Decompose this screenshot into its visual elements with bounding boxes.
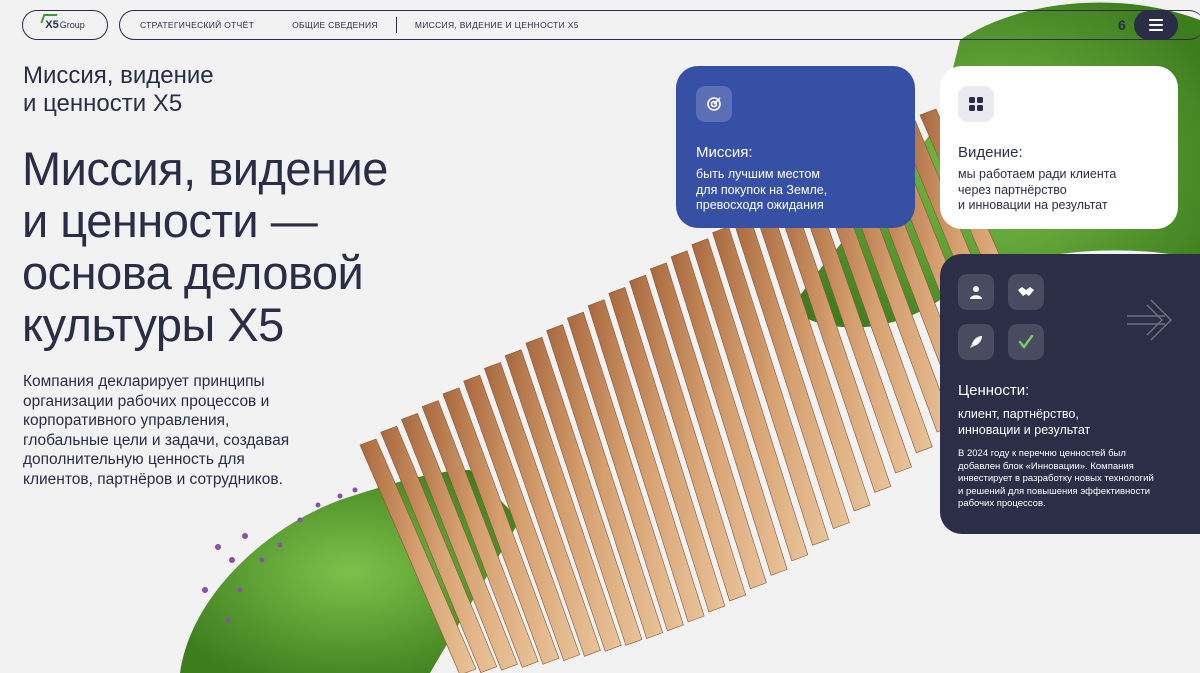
vision-title: Видение:: [958, 144, 1023, 161]
wood-slat: [712, 226, 829, 546]
wood-slat: [442, 387, 560, 665]
headline-line: культуры X5: [22, 298, 284, 351]
intro-paragraph: Компания декларирует принципы организаци…: [23, 373, 290, 488]
vision-text: мы работаем ради клиента через партнёрст…: [958, 167, 1117, 212]
breadcrumb-divider: [395, 17, 397, 33]
wood-slat: [587, 299, 705, 623]
values-note: В 2024 году к перечню ценностей был доба…: [958, 448, 1154, 509]
section-title-line: Миссия, видение: [23, 62, 214, 89]
logo-mark: X5: [45, 19, 59, 31]
wood-slat: [484, 362, 601, 657]
wood-slat: [629, 274, 747, 602]
values-icon-grid: [958, 274, 1044, 360]
rocket-icon: [958, 324, 994, 360]
wood-slat: [421, 400, 539, 668]
wood-slat: [670, 250, 788, 576]
values-text: клиент, партнёрство, инновации и результ…: [958, 407, 1091, 437]
headline-line: и ценности —: [22, 194, 318, 247]
wood-slat: [546, 324, 664, 640]
wood-slat: [753, 202, 871, 512]
wood-slat: [691, 238, 809, 562]
section-title-line: и ценности X5: [23, 90, 183, 117]
menu-button[interactable]: [1134, 10, 1178, 40]
headline-line: основа деловой: [22, 246, 364, 299]
checkmark-icon: [1008, 324, 1044, 360]
grid-icon: [958, 86, 994, 122]
breadcrumb-strategic-report[interactable]: СТРАТЕГИЧЕСКИЙ ОТЧЁТ: [140, 20, 254, 30]
x5-group-logo[interactable]: X5 Group: [22, 10, 108, 40]
wood-slat: [463, 374, 581, 661]
handshake-icon: [1008, 274, 1044, 310]
wood-slat: [567, 311, 684, 632]
logo-word: Group: [59, 20, 85, 30]
target-icon: [696, 86, 732, 122]
page-headline: Миссия, видение и ценности — основа дело…: [22, 143, 482, 351]
hamburger-icon: [1149, 19, 1163, 21]
mission-title: Миссия:: [696, 144, 753, 161]
breadcrumb-general-info[interactable]: ОБЩИЕ СВЕДЕНИЯ: [292, 20, 378, 30]
wood-slat: [401, 413, 518, 671]
wood-slat: [380, 425, 498, 673]
mission-text: быть лучшим местом для покупок на Земле,…: [696, 167, 828, 212]
breadcrumb: СТРАТЕГИЧЕСКИЙ ОТЧЁТ ОБЩИЕ СВЕДЕНИЯ МИСС…: [119, 10, 1200, 40]
wood-slat: [504, 349, 622, 652]
wood-slat: [359, 438, 477, 673]
vision-card: Видение: мы работаем ради клиента через …: [940, 66, 1178, 229]
wood-slat: [732, 214, 850, 530]
values-title: Ценности:: [958, 382, 1030, 399]
wood-slat: [525, 336, 643, 646]
wood-slat: [649, 262, 767, 590]
values-card: Ценности: клиент, партнёрство, инновации…: [940, 254, 1200, 534]
breadcrumb-current-page[interactable]: МИССИЯ, ВИДЕНИЕ И ЦЕННОСТИ X5: [415, 20, 579, 30]
section-title: Миссия, видение и ценности X5: [23, 62, 343, 118]
headline-line: Миссия, видение: [22, 142, 388, 195]
page-number: 6: [1118, 17, 1126, 33]
person-icon: [958, 274, 994, 310]
arrow-right-icon: [1127, 299, 1172, 341]
wood-slat: [608, 287, 726, 613]
wood-slat: [774, 190, 892, 493]
mission-card: Миссия: быть лучшим местом для покупок н…: [676, 66, 915, 228]
